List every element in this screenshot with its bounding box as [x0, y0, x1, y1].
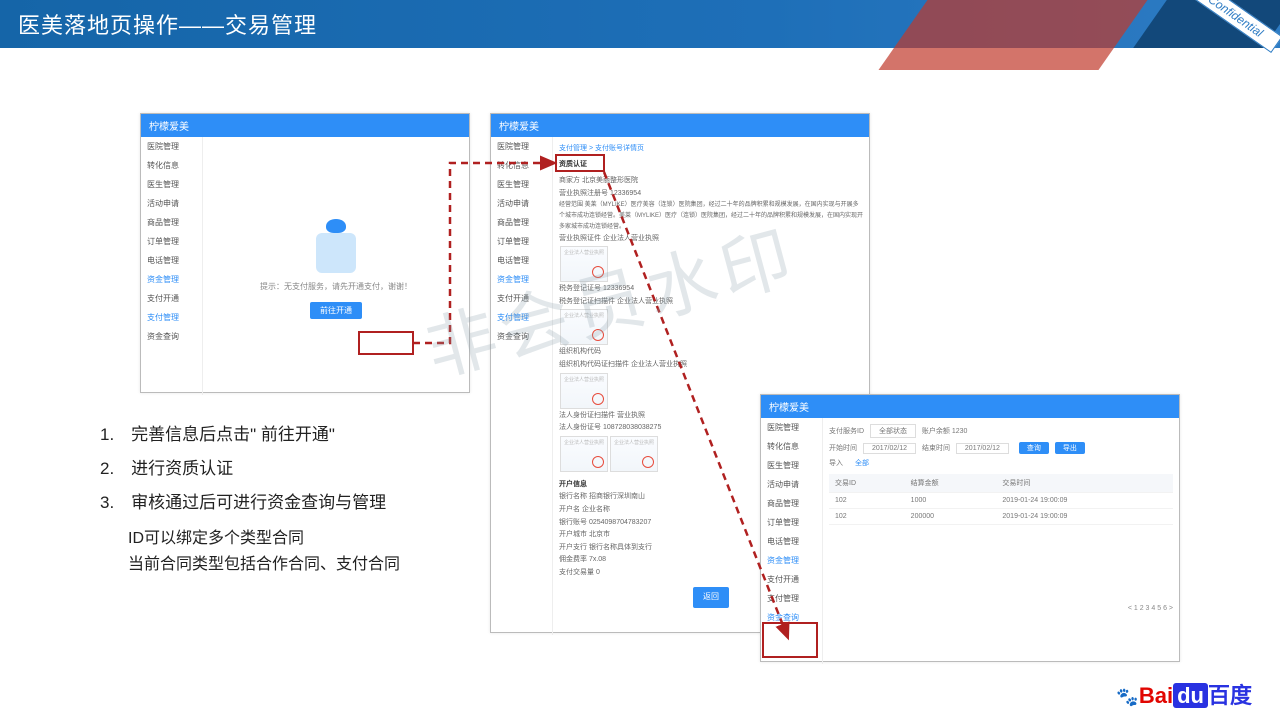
nav-item[interactable]: 医生管理 [491, 175, 552, 194]
lbl: 结束时间 [922, 445, 950, 452]
field: 营业执照注册号 12336954 [559, 188, 863, 201]
main-panel-1: 提示：无支付服务，请先开通支付，谢谢！ 前往开通 [203, 137, 469, 395]
nav-item[interactable]: 订单管理 [141, 232, 202, 251]
sidebar-2: 医院管理 转化信息 医生管理 活动申请 商品管理 订单管理 电话管理 资金管理 … [491, 137, 553, 635]
date-start[interactable]: 2017/02/12 [863, 443, 916, 454]
app-header-1: 柠檬爱美 [141, 114, 469, 137]
nav-item[interactable]: 订单管理 [491, 232, 552, 251]
field: 经营范围 美莱（MYLIKE）医疗美容（连锁）医院集团，经过二十年的品牌积累和规… [559, 200, 863, 232]
step-3: 3. 审核通过后可进行资金查询与管理 [100, 486, 400, 520]
note-2: 当前合同类型包括合作合同、支付合同 [128, 552, 400, 578]
query-button[interactable]: 查询 [1019, 442, 1049, 454]
col: 结算金额 [905, 474, 997, 493]
nav-item-active[interactable]: 资金管理 [141, 270, 202, 289]
nav-sub[interactable]: 支付开通 [761, 570, 822, 589]
highlight-fund-mgmt [762, 622, 818, 658]
main-panel-3: 支付服务ID 全部状态 账户余额 1230 开始时间 2017/02/12 结束… [823, 418, 1179, 664]
nav-item[interactable]: 转化信息 [141, 156, 202, 175]
field: 营业执照证件 企业法人营业执照 [559, 233, 863, 246]
nav-item[interactable]: 活动申请 [761, 475, 822, 494]
status-select[interactable]: 全部状态 [870, 424, 916, 438]
nav-item-active[interactable]: 资金管理 [761, 551, 822, 570]
cert-image: 企业法人营业执照 [560, 373, 608, 409]
field: 组织机构代码 [559, 346, 863, 359]
nav-item[interactable]: 活动申请 [491, 194, 552, 213]
note-1: ID可以绑定多个类型合同 [128, 526, 400, 552]
export-button[interactable]: 导出 [1055, 442, 1085, 454]
table-row[interactable]: 1022000002019-01-24 19:00:09 [829, 509, 1173, 525]
baidu-logo: 🐾Baidu百度 [1116, 678, 1252, 710]
import-link[interactable]: 全部 [855, 460, 869, 467]
slide-canvas: 柠檬爱美 医院管理 转化信息 医生管理 活动申请 商品管理 订单管理 电话管理 … [0, 48, 1280, 720]
nav-sub[interactable]: 资金查询 [491, 327, 552, 346]
highlight-open-btn [358, 331, 414, 355]
lbl: 账户余额 [922, 428, 950, 435]
open-button[interactable]: 前往开通 [310, 302, 362, 319]
step-1: 1. 完善信息后点击" 前往开通" [100, 418, 400, 452]
app-header-3: 柠檬爱美 [761, 395, 1179, 418]
nav-item[interactable]: 电话管理 [141, 251, 202, 270]
nav-item[interactable]: 商品管理 [141, 213, 202, 232]
cert-image: 企业法人营业执照 [560, 309, 608, 345]
nav-item[interactable]: 医生管理 [761, 456, 822, 475]
table-row[interactable]: 10210002019-01-24 19:00:09 [829, 493, 1173, 509]
field: 税务登记证扫描件 企业法人营业执照 [559, 296, 863, 309]
app-header-2: 柠檬爱美 [491, 114, 869, 137]
lbl: 导入 [829, 460, 843, 467]
nav-item[interactable]: 商品管理 [491, 213, 552, 232]
nav-sub[interactable]: 支付开通 [491, 289, 552, 308]
nav-item[interactable]: 商品管理 [761, 494, 822, 513]
nav-sub[interactable]: 资金查询 [141, 327, 202, 346]
col: 交易时间 [996, 474, 1173, 493]
screenshot-1: 柠檬爱美 医院管理 转化信息 医生管理 活动申请 商品管理 订单管理 电话管理 … [140, 113, 470, 393]
cert-image: 企业法人营业执照 [560, 436, 608, 472]
empty-tip: 提示：无支付服务，请先开通支付，谢谢！ [209, 281, 463, 292]
nav-sub-active[interactable]: 支付管理 [141, 308, 202, 327]
nav-item-active[interactable]: 资金管理 [491, 270, 552, 289]
robot-icon [316, 233, 356, 273]
nav-item[interactable]: 医院管理 [761, 418, 822, 437]
date-end[interactable]: 2017/02/12 [956, 443, 1009, 454]
nav-item[interactable]: 转化信息 [761, 437, 822, 456]
nav-item[interactable]: 医院管理 [491, 137, 552, 156]
instructions: 1. 完善信息后点击" 前往开通" 2. 进行资质认证 3. 审核通过后可进行资… [100, 418, 400, 577]
breadcrumb[interactable]: 支付管理 > 支付账号详情页 [559, 143, 863, 153]
transaction-table: 交易ID结算金额交易时间 10210002019-01-24 19:00:09 … [829, 474, 1173, 525]
cert-image: 企业法人营业执照 [560, 246, 608, 282]
nav-item[interactable]: 医院管理 [141, 137, 202, 156]
nav-item[interactable]: 医生管理 [141, 175, 202, 194]
lbl: 支付服务ID [829, 428, 864, 435]
cert-image: 企业法人营业执照 [610, 436, 658, 472]
col: 交易ID [829, 474, 905, 493]
screenshot-3: 柠檬爱美 医院管理 转化信息 医生管理 活动申请 商品管理 订单管理 电话管理 … [760, 394, 1180, 662]
field: 税务登记证号 12336954 [559, 283, 863, 296]
nav-item[interactable]: 电话管理 [491, 251, 552, 270]
nav-item[interactable]: 订单管理 [761, 513, 822, 532]
nav-item[interactable]: 活动申请 [141, 194, 202, 213]
page-title: 医美落地页操作——交易管理 [18, 8, 317, 40]
highlight-cert [555, 154, 605, 172]
step-2: 2. 进行资质认证 [100, 452, 400, 486]
nav-sub-active[interactable]: 支付管理 [491, 308, 552, 327]
nav-sub[interactable]: 支付开通 [141, 289, 202, 308]
nav-sub[interactable]: 支付管理 [761, 589, 822, 608]
field: 商家方 北京美丽整形医院 [559, 175, 863, 188]
nav-item[interactable]: 转化信息 [491, 156, 552, 175]
page-header: 医美落地页操作——交易管理 [0, 0, 1280, 48]
val: 1230 [952, 428, 968, 435]
nav-item[interactable]: 电话管理 [761, 532, 822, 551]
field: 组织机构代码证扫描件 企业法人营业执照 [559, 359, 863, 372]
paw-icon: 🐾 [1116, 687, 1138, 707]
pager[interactable]: < 1 2 3 4 5 6 > [829, 605, 1173, 612]
back-button[interactable]: 返回 [693, 587, 729, 607]
lbl: 开始时间 [829, 445, 857, 452]
sidebar-1: 医院管理 转化信息 医生管理 活动申请 商品管理 订单管理 电话管理 资金管理 … [141, 137, 203, 395]
